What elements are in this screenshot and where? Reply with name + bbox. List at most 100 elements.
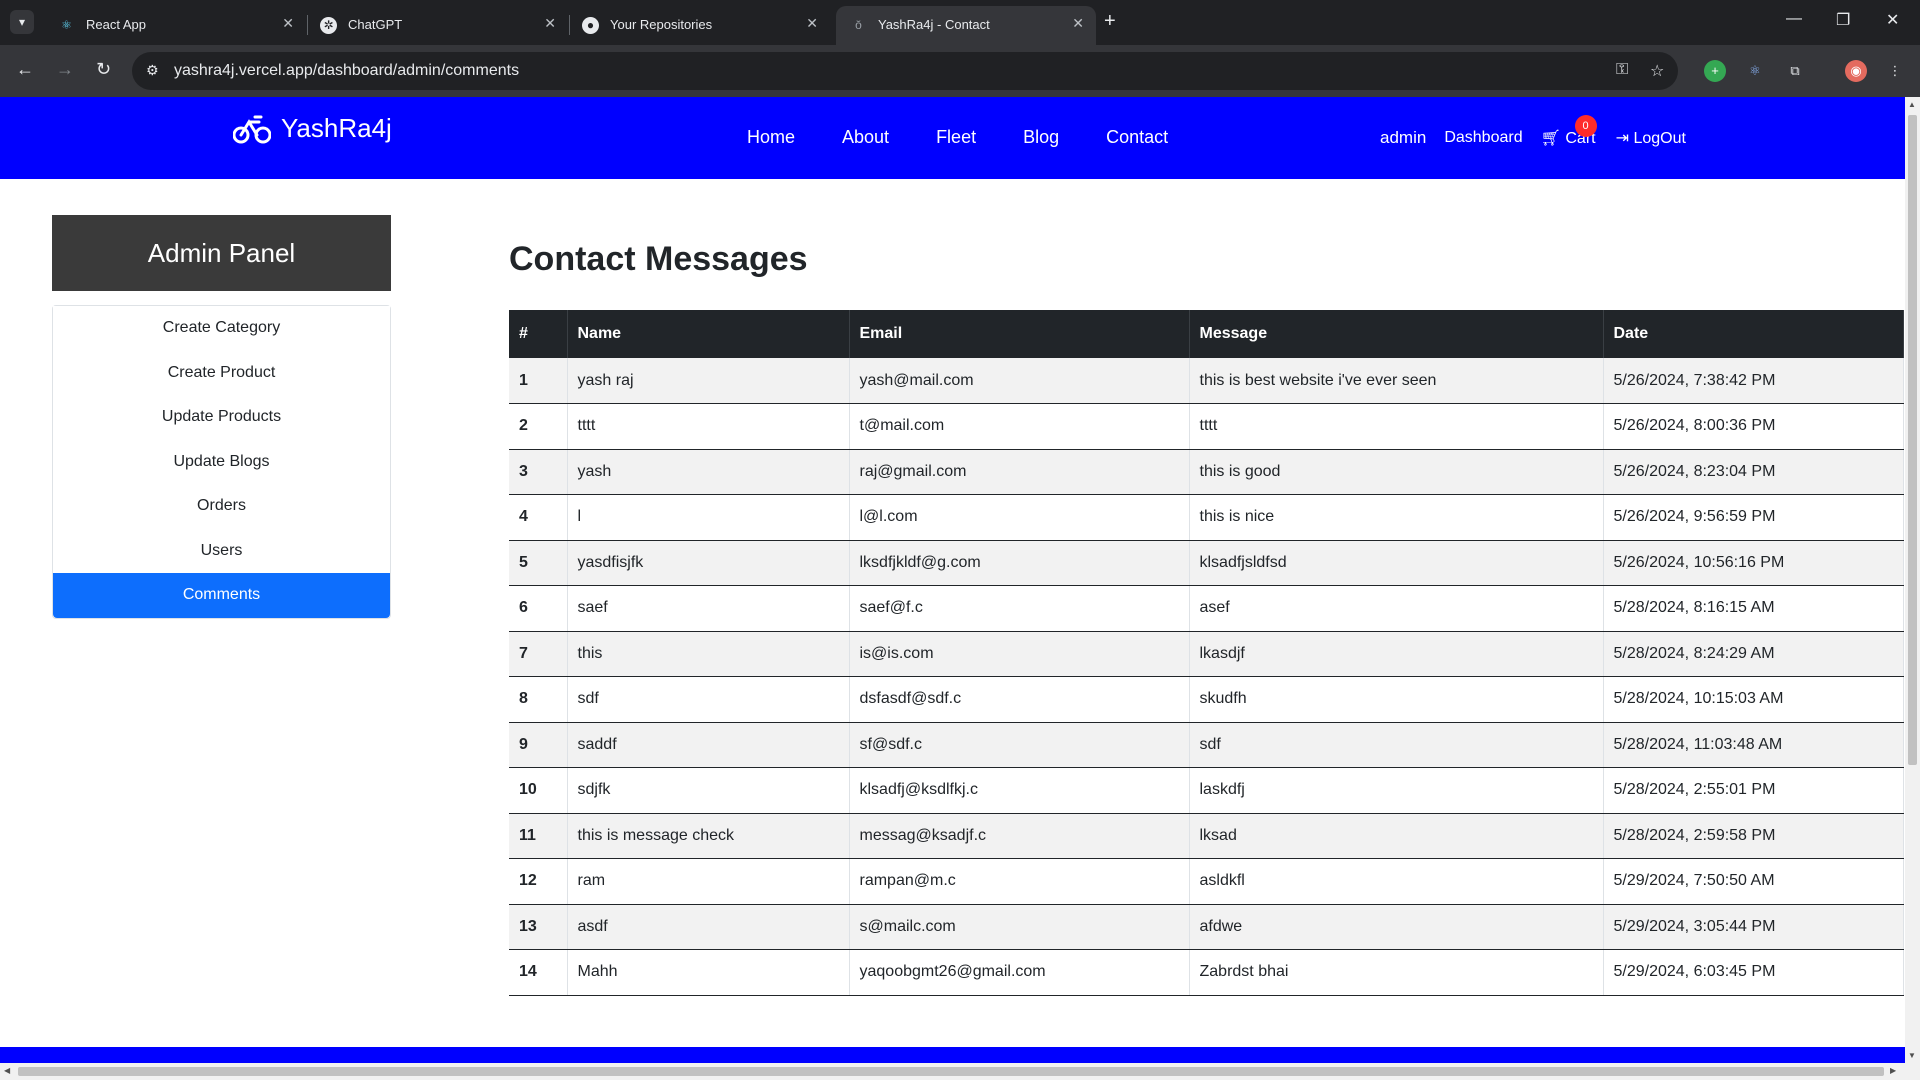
- address-bar[interactable]: ⚙ yashra4j.vercel.app/dashboard/admin/co…: [132, 52, 1678, 90]
- nav-about[interactable]: About: [842, 127, 889, 148]
- column-header-message: Message: [1189, 310, 1604, 358]
- cell-date: 5/28/2024, 11:03:48 AM: [1603, 722, 1904, 768]
- table-row: 4 l l@l.com this is nice 5/26/2024, 9:56:59 …: [509, 494, 1904, 541]
- user-name[interactable]: admin: [1380, 128, 1426, 148]
- cell-name: sdf: [567, 676, 850, 723]
- close-icon[interactable]: ✕: [806, 15, 818, 32]
- page-title: Contact Messages: [509, 240, 808, 278]
- cell-email: rampan@m.c: [849, 858, 1190, 905]
- sidebar-item-update-blogs[interactable]: Update Blogs: [53, 439, 390, 484]
- table-body: 1 yash raj yash@mail.com this is best websi…: [509, 358, 1904, 996]
- cell-message: this is good: [1189, 449, 1604, 495]
- tab-search-button[interactable]: ▾: [10, 10, 34, 34]
- cell-date: 5/28/2024, 10:15:03 AM: [1603, 676, 1904, 723]
- browser-menu-icon[interactable]: ⋮: [1884, 60, 1906, 82]
- close-icon[interactable]: ✕: [282, 15, 294, 32]
- tab-react-app[interactable]: ⚛ React App ✕: [44, 6, 308, 45]
- cell-message: lkasdjf: [1189, 631, 1604, 677]
- tab-yashra4j-contact[interactable]: ŏ YashRa4j - Contact ✕: [836, 6, 1096, 45]
- password-key-icon[interactable]: ⚿: [1616, 61, 1628, 79]
- nav-fleet[interactable]: Fleet: [936, 127, 976, 148]
- cell-number: 3: [509, 449, 568, 495]
- cell-date: 5/29/2024, 6:03:45 PM: [1603, 949, 1904, 996]
- brand-name: YashRa4j: [281, 113, 392, 143]
- table-row: 8 sdf dsfasdf@sdf.c skudfh 5/28/2024, 10:15:…: [509, 676, 1904, 723]
- footer-strip: [0, 1047, 1905, 1063]
- scroll-up-icon[interactable]: ▲: [1908, 100, 1916, 109]
- close-icon[interactable]: ✕: [544, 15, 556, 32]
- cart-link[interactable]: 🛒︎ Cart 0: [1541, 115, 1597, 148]
- horizontal-scroll-thumb[interactable]: [18, 1067, 1884, 1076]
- nav-blog[interactable]: Blog: [1023, 127, 1059, 148]
- cell-message: lksad: [1189, 813, 1604, 859]
- cell-message: this is best website i've ever seen: [1189, 358, 1604, 404]
- bookmark-star-icon[interactable]: ☆: [1650, 61, 1664, 81]
- back-icon[interactable]: ←: [16, 59, 34, 80]
- cell-message: tttt: [1189, 403, 1604, 450]
- bicycle-icon: [233, 115, 271, 143]
- cell-date: 5/26/2024, 9:56:59 PM: [1603, 494, 1904, 541]
- cell-number: 8: [509, 676, 568, 723]
- cell-number: 4: [509, 494, 568, 541]
- sidebar-item-create-category[interactable]: Create Category: [53, 306, 390, 351]
- logout-icon: ⇥: [1615, 130, 1629, 147]
- vertical-scroll-thumb[interactable]: [1908, 115, 1917, 765]
- cell-email: klsadfj@ksdlfkj.c: [849, 767, 1190, 814]
- cell-number: 10: [509, 767, 568, 814]
- scroll-down-icon[interactable]: ▼: [1908, 1051, 1916, 1060]
- horizontal-scrollbar[interactable]: ◀ ▶: [0, 1063, 1920, 1080]
- cell-message: laskdfj: [1189, 767, 1604, 814]
- cell-message: this is nice: [1189, 494, 1604, 541]
- tab-title: ChatGPT: [348, 17, 403, 32]
- react-devtools-icon[interactable]: ⚛: [1744, 60, 1766, 82]
- cell-email: sf@sdf.c: [849, 722, 1190, 768]
- cell-email: s@mailc.com: [849, 904, 1190, 950]
- restore-icon[interactable]: ❐: [1836, 10, 1850, 30]
- sidebar-item-users[interactable]: Users: [53, 528, 390, 573]
- reload-icon[interactable]: ↻: [96, 59, 111, 80]
- user-nav: admin Dashboard 🛒︎ Cart 0 ⇥ LogOut: [1380, 115, 1686, 148]
- cell-name: yash: [567, 449, 850, 495]
- sidebar-item-comments[interactable]: Comments: [53, 573, 390, 618]
- extensions-puzzle-icon[interactable]: ⧉: [1784, 60, 1806, 82]
- url-text[interactable]: yashra4j.vercel.app/dashboard/admin/comm…: [174, 62, 519, 80]
- cell-email: is@is.com: [849, 631, 1190, 677]
- cell-email: lksdfjkldf@g.com: [849, 540, 1190, 586]
- sidebar-item-orders[interactable]: Orders: [53, 484, 390, 529]
- cell-date: 5/28/2024, 2:55:01 PM: [1603, 767, 1904, 814]
- cell-name: saef: [567, 585, 850, 632]
- cell-number: 1: [509, 358, 568, 404]
- scroll-left-icon[interactable]: ◀: [4, 1066, 10, 1075]
- tab-title: YashRa4j - Contact: [878, 17, 990, 32]
- cell-message: asldkfl: [1189, 858, 1604, 905]
- sidebar-item-update-products[interactable]: Update Products: [53, 395, 390, 440]
- nav-contact[interactable]: Contact: [1106, 127, 1168, 148]
- brand-link[interactable]: YashRa4j: [233, 113, 392, 144]
- cell-number: 2: [509, 403, 568, 450]
- close-icon[interactable]: ✕: [1072, 15, 1084, 32]
- tab-your-repositories[interactable]: ● Your Repositories ✕: [568, 6, 830, 45]
- extension-green-icon[interactable]: +: [1704, 60, 1726, 82]
- site-navbar: YashRa4j Home About Fleet Blog Contact a…: [0, 97, 1905, 179]
- scroll-right-icon[interactable]: ▶: [1890, 1066, 1896, 1075]
- table-row: 6 saef saef@f.c asef 5/28/2024, 8:16:15 AM: [509, 585, 1904, 632]
- nav-home[interactable]: Home: [747, 127, 795, 148]
- cell-name: yasdfisjfk: [567, 540, 850, 586]
- window-close-icon[interactable]: ✕: [1886, 10, 1899, 30]
- forward-icon[interactable]: →: [56, 59, 74, 80]
- admin-sidebar-menu: Create Category Create Product Update Pr…: [52, 305, 391, 619]
- minimize-icon[interactable]: —: [1786, 10, 1802, 28]
- sidebar-item-create-product[interactable]: Create Product: [53, 350, 390, 395]
- cell-number: 14: [509, 949, 568, 996]
- table-row: 3 yash raj@gmail.com this is good 5/26/2024,…: [509, 449, 1904, 495]
- tab-chatgpt[interactable]: ✲ ChatGPT ✕: [306, 6, 570, 45]
- vertical-scrollbar[interactable]: ▲ ▼: [1905, 97, 1920, 1063]
- cell-email: dsfasdf@sdf.c: [849, 676, 1190, 723]
- dashboard-link[interactable]: Dashboard: [1444, 129, 1522, 147]
- table-row: 13 asdf s@mailc.com afdwe 5/29/2024, 3:05:44…: [509, 904, 1904, 950]
- logout-link[interactable]: ⇥ LogOut: [1616, 128, 1686, 148]
- cell-email: yaqoobgmt26@gmail.com: [849, 949, 1190, 996]
- profile-avatar-icon[interactable]: ◉: [1845, 60, 1867, 82]
- new-tab-button[interactable]: +: [1104, 10, 1116, 32]
- site-info-icon[interactable]: ⚙: [146, 62, 159, 79]
